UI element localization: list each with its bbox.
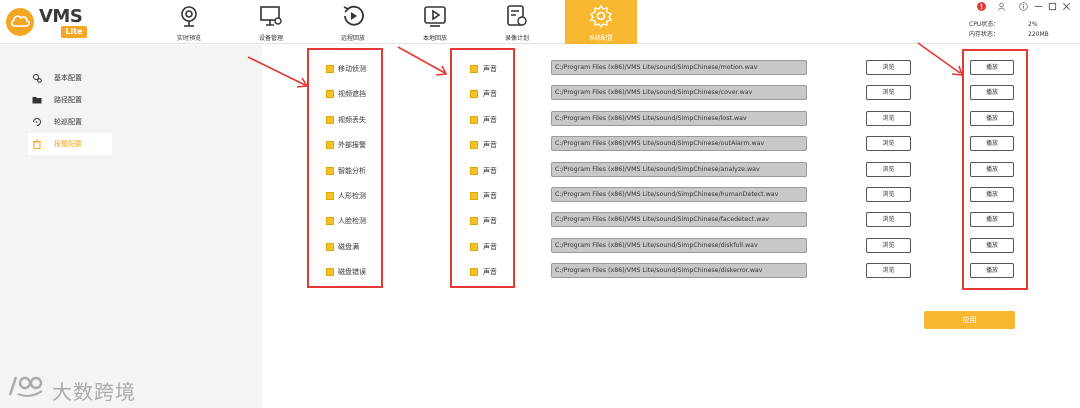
watermark: 大数跨境 bbox=[6, 373, 146, 404]
nav-label: 设备管理 bbox=[258, 35, 283, 42]
browse-button[interactable]: 浏览 bbox=[866, 136, 911, 151]
alarm-row: 外部报警 声音 C:/Program Files (x86)/VMS Lite/so… bbox=[0, 135, 1080, 155]
browse-button[interactable]: 浏览 bbox=[866, 187, 911, 202]
nav-label: 录像计划 bbox=[504, 35, 529, 42]
top-bar: VMS Lite 实时预览 设备管理 远程回放 本地回放 录像计划 系统配置 C… bbox=[0, 0, 1080, 44]
browse-button[interactable]: 浏览 bbox=[866, 111, 911, 126]
alarm-row: 人形检测 声音 C:/Program Files (x86)/VMS Lite/so… bbox=[0, 186, 1080, 206]
watermark-text: 大数跨境 bbox=[52, 380, 136, 404]
sound-path-field[interactable]: C:/Program Files (x86)/VMS Lite/sound/Si… bbox=[551, 238, 807, 253]
browse-button[interactable]: 浏览 bbox=[866, 212, 911, 227]
logo-text: VMS bbox=[39, 6, 83, 27]
browse-button[interactable]: 浏览 bbox=[866, 263, 911, 278]
sound-path-field[interactable]: C:/Program Files (x86)/VMS Lite/sound/Si… bbox=[551, 263, 807, 278]
nav-system-config[interactable]: 系统配置 bbox=[565, 0, 637, 44]
red-arrow-icon bbox=[247, 56, 309, 88]
nav-live-preview[interactable]: 实时预览 bbox=[153, 0, 225, 44]
sound-path-field[interactable]: C:/Program Files (x86)/VMS Lite/sound/Si… bbox=[551, 85, 807, 100]
system-status: CPU状态： 2% 内存状态： 220MB bbox=[969, 20, 1049, 40]
sound-path-field[interactable]: C:/Program Files (x86)/VMS Lite/sound/Si… bbox=[551, 212, 807, 227]
cloud-logo-icon bbox=[6, 8, 34, 36]
user-icon[interactable] bbox=[997, 2, 1006, 11]
memory-status-value: 220MB bbox=[1028, 31, 1049, 38]
nav-label: 系统配置 bbox=[588, 35, 613, 42]
nav-label: 实时预览 bbox=[176, 35, 201, 42]
close-icon[interactable] bbox=[1062, 2, 1071, 11]
alarm-row: 磁盘错误 声音 C:/Program Files (x86)/VMS Lite/so… bbox=[0, 262, 1080, 282]
sound-path-field[interactable]: C:/Program Files (x86)/VMS Lite/sound/Si… bbox=[551, 187, 807, 202]
nav-device-management[interactable]: 设备管理 bbox=[235, 0, 307, 44]
apply-button[interactable]: 应用 bbox=[924, 311, 1015, 329]
sound-path-field[interactable]: C:/Program Files (x86)/VMS Lite/sound/Si… bbox=[551, 136, 807, 151]
alarm-row: 视频遮挡 声音 C:/Program Files (x86)/VMS Lite/so… bbox=[0, 84, 1080, 104]
memory-status-label: 内存状态： bbox=[969, 31, 1000, 38]
cpu-status-value: 2% bbox=[1028, 21, 1038, 28]
alert-icon[interactable] bbox=[977, 2, 986, 11]
red-arrow-icon bbox=[917, 42, 964, 76]
sound-path-field[interactable]: C:/Program Files (x86)/VMS Lite/sound/Si… bbox=[551, 60, 807, 75]
nav-local-playback[interactable]: 本地回放 bbox=[399, 0, 471, 44]
webcam-icon bbox=[181, 6, 197, 27]
alarm-row: 视频丢失 声音 C:/Program Files (x86)/VMS Lite/so… bbox=[0, 110, 1080, 130]
nav-remote-playback[interactable]: 远程回放 bbox=[317, 0, 389, 44]
logo-sub: Lite bbox=[61, 26, 87, 38]
browse-button[interactable]: 浏览 bbox=[866, 238, 911, 253]
nav-label: 本地回放 bbox=[422, 35, 447, 42]
local-playback-icon bbox=[424, 6, 446, 27]
watermark-logo-icon bbox=[8, 376, 43, 397]
app-logo: VMS Lite bbox=[6, 6, 87, 38]
nav-recording-schedule[interactable]: 录像计划 bbox=[481, 0, 553, 44]
browse-button[interactable]: 浏览 bbox=[866, 60, 911, 75]
alarm-row: 智能分析 声音 C:/Program Files (x86)/VMS Lite/so… bbox=[0, 161, 1080, 181]
highlight-box-sound bbox=[450, 48, 515, 288]
sound-path-field[interactable]: C:/Program Files (x86)/VMS Lite/sound/Si… bbox=[551, 162, 807, 177]
maximize-icon[interactable] bbox=[1048, 2, 1057, 11]
red-arrow-icon bbox=[397, 46, 448, 76]
playback-circle-icon bbox=[343, 5, 364, 26]
highlight-box-events bbox=[307, 48, 383, 288]
schedule-icon bbox=[507, 5, 527, 26]
info-icon[interactable] bbox=[1019, 2, 1028, 11]
gear-icon bbox=[589, 4, 613, 28]
alarm-row: 人脸检测 声音 C:/Program Files (x86)/VMS Lite/so… bbox=[0, 211, 1080, 231]
browse-button[interactable]: 浏览 bbox=[866, 162, 911, 177]
minimize-icon[interactable] bbox=[1034, 2, 1043, 11]
alarm-row: 磁盘满 声音 C:/Program Files (x86)/VMS Lite/sou… bbox=[0, 237, 1080, 257]
cpu-status-label: CPU状态： bbox=[969, 21, 1000, 28]
window-controls bbox=[974, 0, 1074, 12]
highlight-box-play bbox=[962, 49, 1028, 290]
sound-path-field[interactable]: C:/Program Files (x86)/VMS Lite/sound/Si… bbox=[551, 111, 807, 126]
nav-label: 远程回放 bbox=[340, 35, 365, 42]
monitor-settings-icon bbox=[260, 6, 282, 26]
browse-button[interactable]: 浏览 bbox=[866, 85, 911, 100]
